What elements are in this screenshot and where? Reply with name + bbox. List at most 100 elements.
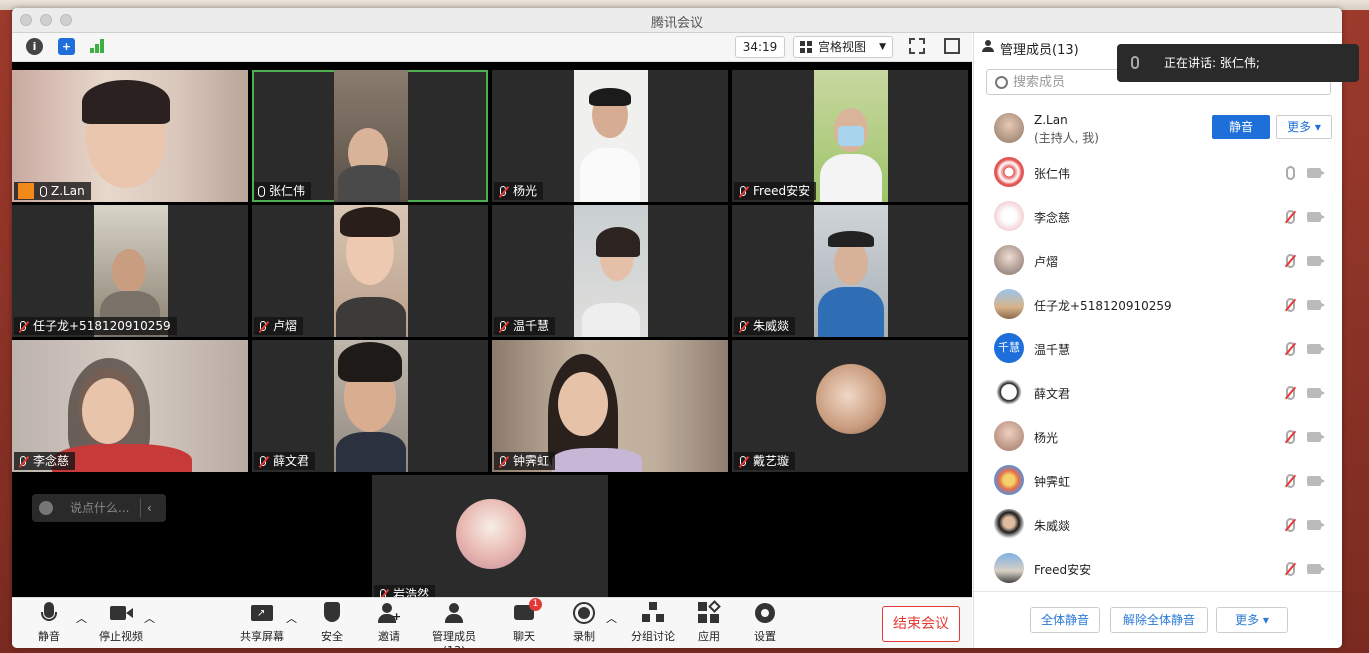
caret-up-icon[interactable]: ︿ bbox=[76, 610, 87, 626]
video-tile[interactable]: 温千慧 bbox=[492, 205, 728, 337]
avatar bbox=[994, 113, 1024, 143]
breakout-rooms-button[interactable]: 分组讨论 bbox=[630, 602, 676, 644]
camera-icon[interactable] bbox=[1307, 168, 1325, 178]
participant-name-tag: 温千慧 bbox=[494, 317, 556, 335]
mic-muted-icon[interactable] bbox=[1284, 518, 1297, 532]
member-row[interactable]: 钟霁虹 bbox=[974, 459, 1342, 503]
participant-name: 朱威燚 bbox=[753, 319, 790, 333]
participant-name-tag: 钟霁虹 bbox=[494, 452, 556, 470]
mic-muted-icon[interactable] bbox=[1284, 298, 1297, 312]
participant-name: 薛文君 bbox=[273, 454, 310, 468]
mic-muted-icon[interactable] bbox=[1284, 474, 1297, 488]
share-screen-label: 共享屏幕 bbox=[240, 630, 284, 643]
unmute-all-button[interactable]: 解除全体静音 bbox=[1110, 607, 1208, 633]
camera-icon[interactable] bbox=[1307, 564, 1325, 574]
member-name: 钟霁虹 bbox=[1034, 475, 1071, 489]
meeting-timer: 34:19 bbox=[735, 36, 785, 58]
camera-icon[interactable] bbox=[1307, 212, 1325, 222]
record-button[interactable]: 录制 bbox=[570, 602, 598, 644]
member-row[interactable]: 杨光 bbox=[974, 415, 1342, 459]
stop-video-button[interactable]: 停止视频 bbox=[98, 602, 144, 644]
member-row[interactable]: 朱威燚 bbox=[974, 503, 1342, 547]
caret-up-icon[interactable]: ︿ bbox=[606, 610, 617, 626]
chat-button[interactable]: 1 聊天 bbox=[510, 598, 542, 644]
participant-avatar bbox=[456, 499, 526, 569]
view-mode-select[interactable]: 宫格视图 ▼ bbox=[793, 36, 893, 58]
member-row[interactable]: 薛文君 bbox=[974, 371, 1342, 415]
invite-button[interactable]: + 邀请 bbox=[375, 602, 403, 644]
camera-icon[interactable] bbox=[1307, 432, 1325, 442]
apps-button[interactable]: 应用 bbox=[695, 600, 723, 644]
video-tile[interactable]: Freed安安 bbox=[732, 70, 968, 202]
chat-quick-input[interactable]: 说点什么... ‹ bbox=[32, 494, 166, 522]
video-tile[interactable]: 李念慈 bbox=[12, 340, 248, 472]
host-mute-button[interactable]: 静音 bbox=[1212, 115, 1270, 139]
mic-muted-icon bbox=[498, 455, 509, 467]
member-row[interactable]: 卢熠 bbox=[974, 239, 1342, 283]
video-tile[interactable]: 杨光 bbox=[492, 70, 728, 202]
participant-avatar bbox=[816, 364, 886, 434]
camera-icon[interactable] bbox=[1307, 476, 1325, 486]
share-screen-button[interactable]: ↗ 共享屏幕 bbox=[240, 602, 284, 644]
member-row-host[interactable]: Z.Lan (主持人, 我) 静音 更多 ▾ bbox=[974, 107, 1342, 151]
sidebar-toggle-icon[interactable] bbox=[944, 38, 960, 54]
fullscreen-icon[interactable] bbox=[909, 38, 925, 54]
camera-icon[interactable] bbox=[1307, 388, 1325, 398]
security-button[interactable]: 安全 bbox=[318, 602, 346, 644]
video-tile[interactable]: 张仁伟 bbox=[252, 70, 488, 202]
video-tile[interactable]: 任子龙+518120910259 bbox=[12, 205, 248, 337]
avatar bbox=[994, 377, 1024, 407]
panel-more-button[interactable]: 更多 ▾ bbox=[1216, 607, 1288, 633]
host-more-button[interactable]: 更多 ▾ bbox=[1276, 115, 1332, 139]
mute-button[interactable]: 静音 bbox=[34, 602, 64, 644]
camera-icon[interactable] bbox=[1307, 300, 1325, 310]
video-tile[interactable]: 钟霁虹 bbox=[492, 340, 728, 472]
grid-icon bbox=[800, 41, 812, 53]
mic-muted-icon[interactable] bbox=[1284, 210, 1297, 224]
member-row[interactable]: 张仁伟 bbox=[974, 151, 1342, 195]
signal-icon[interactable] bbox=[90, 39, 106, 53]
manage-members-button[interactable]: 管理成员(13) bbox=[422, 602, 486, 648]
avatar bbox=[994, 509, 1024, 539]
mic-icon[interactable] bbox=[1286, 166, 1295, 180]
member-role: (主持人, 我) bbox=[1034, 131, 1099, 145]
video-tile[interactable]: 薛文君 bbox=[252, 340, 488, 472]
participant-name-tag: 戴艺璇 bbox=[734, 452, 796, 470]
mic-muted-icon[interactable] bbox=[1284, 254, 1297, 268]
more-label: 更多 bbox=[1235, 613, 1260, 627]
video-tile[interactable]: Z.Lan bbox=[12, 70, 248, 202]
participant-name: 任子龙+518120910259 bbox=[33, 319, 171, 333]
member-name: 卢熠 bbox=[1034, 255, 1059, 269]
chat-placeholder: 说点什么... bbox=[70, 501, 130, 515]
participant-name: 杨光 bbox=[513, 184, 538, 198]
video-tile[interactable]: 朱威燚 bbox=[732, 205, 968, 337]
shield-icon[interactable]: + bbox=[58, 38, 75, 55]
member-row[interactable]: 李念慈 bbox=[974, 195, 1342, 239]
mic-muted-icon[interactable] bbox=[1284, 342, 1297, 356]
caret-up-icon[interactable]: ︿ bbox=[286, 610, 297, 626]
speaker-label: 正在讲话: 张仁伟; bbox=[1164, 56, 1260, 70]
participant-name-tag: Z.Lan bbox=[14, 182, 91, 200]
caret-up-icon[interactable]: ︿ bbox=[144, 610, 155, 626]
info-icon[interactable]: i bbox=[26, 38, 43, 55]
mic-muted-icon[interactable] bbox=[1284, 430, 1297, 444]
camera-icon[interactable] bbox=[1307, 256, 1325, 266]
member-name: 李念慈 bbox=[1034, 211, 1071, 225]
video-tile[interactable]: 卢熠 bbox=[252, 205, 488, 337]
mic-muted-icon[interactable] bbox=[1284, 386, 1297, 400]
mic-muted-icon[interactable] bbox=[1284, 562, 1297, 576]
camera-icon[interactable] bbox=[1307, 520, 1325, 530]
video-tile[interactable]: 岩浩然 bbox=[372, 475, 608, 597]
end-meeting-button[interactable]: 结束会议 bbox=[882, 606, 960, 642]
security-label: 安全 bbox=[321, 630, 343, 643]
member-row[interactable]: 千慧 温千慧 bbox=[974, 327, 1342, 371]
chevron-left-icon[interactable]: ‹ bbox=[147, 494, 152, 522]
member-row[interactable]: Freed安安 bbox=[974, 547, 1342, 591]
video-tile[interactable]: 戴艺璇 bbox=[732, 340, 968, 472]
member-row[interactable]: 任子龙+518120910259 bbox=[974, 283, 1342, 327]
mute-all-button[interactable]: 全体静音 bbox=[1030, 607, 1100, 633]
camera-icon[interactable] bbox=[1307, 344, 1325, 354]
emoji-icon[interactable] bbox=[39, 501, 53, 515]
settings-button[interactable]: 设置 bbox=[751, 602, 779, 644]
member-name: 温千慧 bbox=[1034, 343, 1071, 357]
